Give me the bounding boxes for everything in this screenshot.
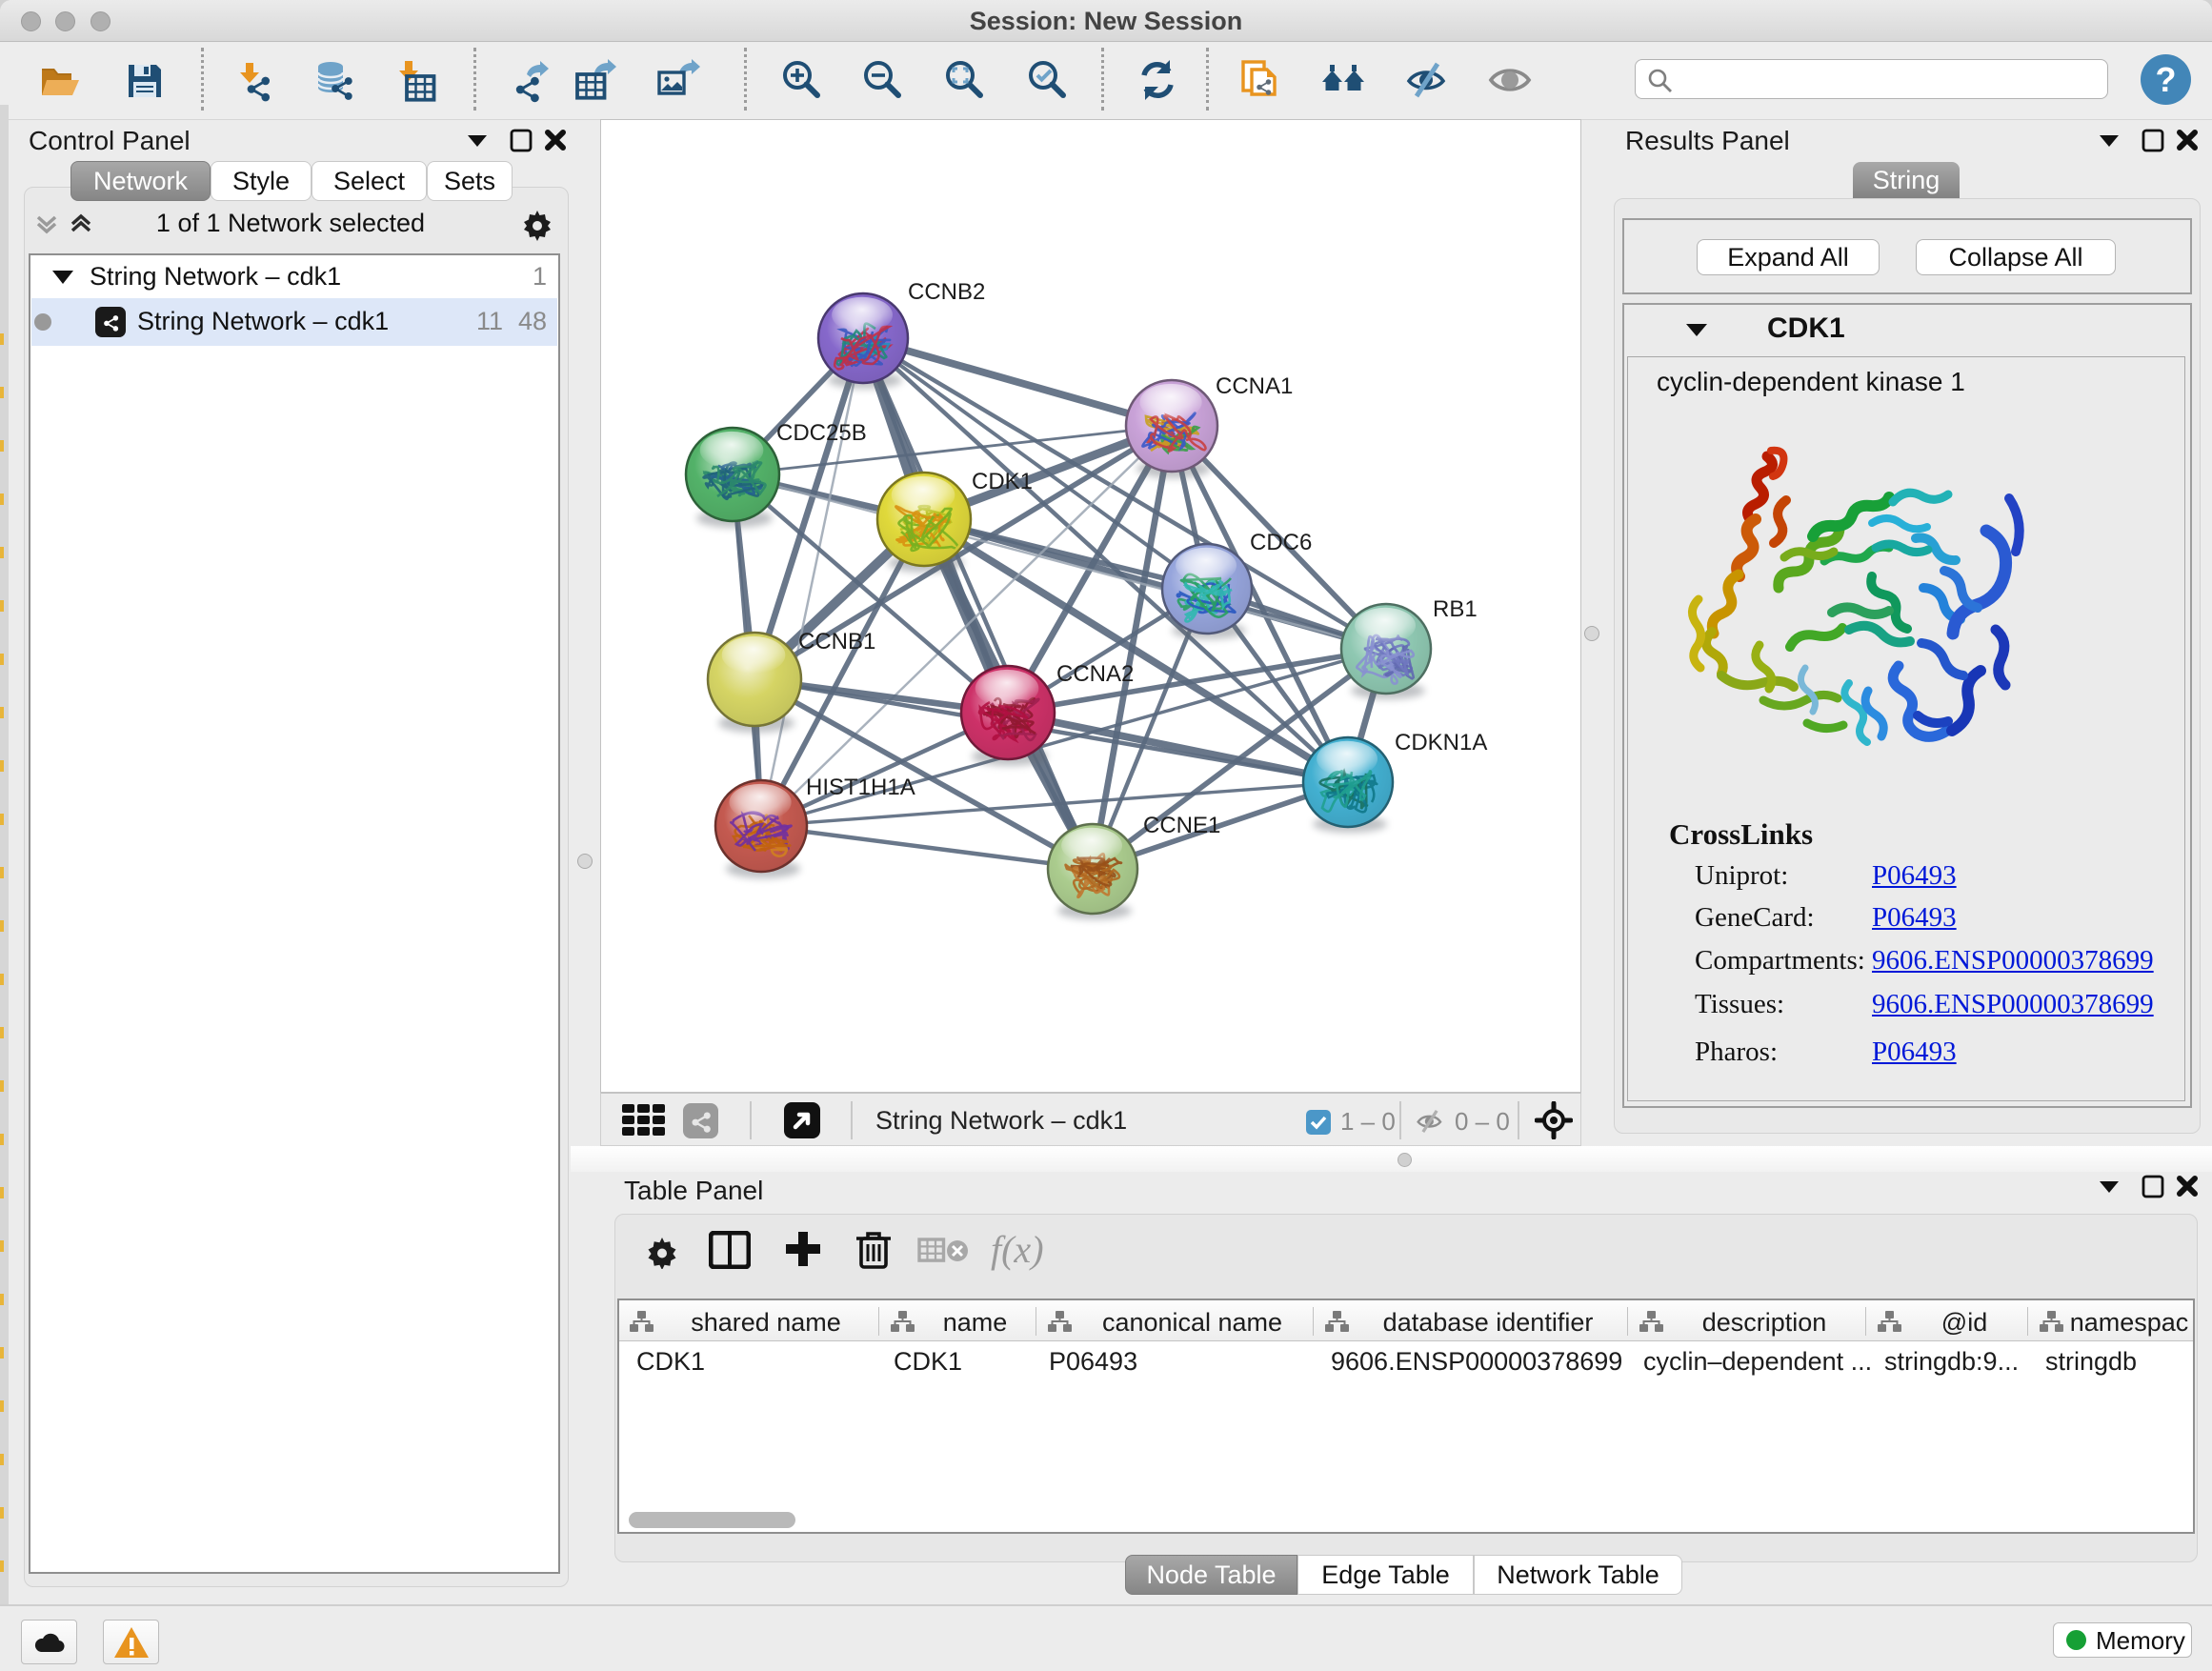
svg-text:HIST1H1A: HIST1H1A <box>806 775 915 800</box>
svg-text:CCNB1: CCNB1 <box>798 629 875 654</box>
svg-text:CDC6: CDC6 <box>1250 530 1312 555</box>
svg-text:CCNE1: CCNE1 <box>1143 813 1220 838</box>
svg-text:CDKN1A: CDKN1A <box>1395 730 1487 755</box>
svg-text:CCNB2: CCNB2 <box>908 279 985 305</box>
svg-text:RB1: RB1 <box>1433 596 1478 622</box>
svg-text:CDC25B: CDC25B <box>776 420 867 446</box>
svg-text:CCNA2: CCNA2 <box>1056 661 1134 687</box>
svg-text:CDK1: CDK1 <box>972 469 1033 494</box>
svg-text:CCNA1: CCNA1 <box>1216 373 1293 399</box>
